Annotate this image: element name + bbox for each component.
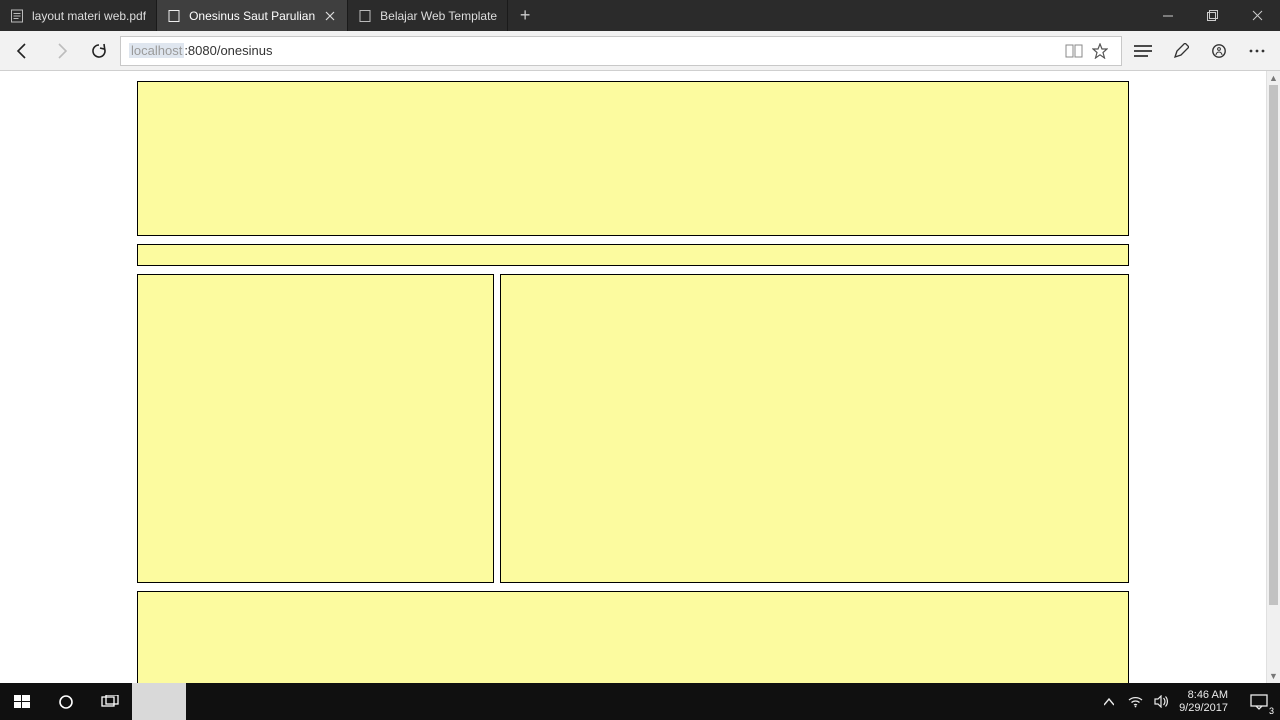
refresh-button[interactable] bbox=[82, 35, 116, 67]
volume-icon[interactable] bbox=[1153, 694, 1169, 710]
notification-count: 3 bbox=[1269, 706, 1274, 716]
new-tab-button[interactable]: + bbox=[508, 0, 542, 31]
url-path: :8080/onesinus bbox=[184, 43, 272, 58]
tray-chevron-up-icon[interactable] bbox=[1101, 694, 1117, 710]
layout-footer-box bbox=[137, 591, 1129, 683]
page-viewport: ▲ ▼ bbox=[0, 71, 1280, 683]
share-button[interactable] bbox=[1202, 35, 1236, 67]
tab-label: Onesinus Saut Parulian bbox=[189, 9, 315, 23]
layout-nav-box bbox=[137, 244, 1129, 266]
page-content bbox=[0, 71, 1266, 683]
address-bar[interactable]: localhost:8080/onesinus bbox=[120, 36, 1122, 66]
windows-taskbar: 8:46 AM 9/29/2017 3 bbox=[0, 683, 1280, 720]
taskbar-app-placeholder[interactable] bbox=[132, 683, 186, 720]
layout-header-box bbox=[137, 81, 1129, 236]
tab-label: Belajar Web Template bbox=[380, 9, 497, 23]
page-icon bbox=[358, 9, 372, 23]
tab-label: layout materi web.pdf bbox=[32, 9, 146, 23]
close-icon[interactable] bbox=[323, 9, 337, 23]
minimize-button[interactable] bbox=[1145, 0, 1190, 31]
pdf-icon bbox=[10, 9, 24, 23]
browser-tab-bar: layout materi web.pdf Onesinus Saut Paru… bbox=[0, 0, 1280, 31]
start-button[interactable] bbox=[0, 683, 44, 720]
tab-active[interactable]: Onesinus Saut Parulian bbox=[157, 0, 348, 31]
back-button[interactable] bbox=[6, 35, 40, 67]
reading-view-icon[interactable] bbox=[1061, 38, 1087, 64]
cortana-button[interactable] bbox=[44, 683, 88, 720]
favorite-star-icon[interactable] bbox=[1087, 38, 1113, 64]
more-button[interactable] bbox=[1240, 35, 1274, 67]
layout-left-box bbox=[137, 274, 494, 583]
url-host: localhost bbox=[129, 43, 184, 58]
system-tray: 8:46 AM 9/29/2017 bbox=[1091, 683, 1238, 720]
layout-container bbox=[137, 81, 1129, 683]
scroll-up-icon[interactable]: ▲ bbox=[1267, 71, 1280, 85]
scroll-down-icon[interactable]: ▼ bbox=[1267, 669, 1280, 683]
forward-button[interactable] bbox=[44, 35, 78, 67]
titlebar-drag-region bbox=[542, 0, 1145, 31]
browser-toolbar: localhost:8080/onesinus bbox=[0, 31, 1280, 71]
layout-right-box bbox=[500, 274, 1129, 583]
vertical-scrollbar[interactable]: ▲ ▼ bbox=[1266, 71, 1280, 683]
layout-columns bbox=[137, 274, 1129, 583]
scrollbar-thumb[interactable] bbox=[1269, 85, 1278, 605]
close-window-button[interactable] bbox=[1235, 0, 1280, 31]
web-note-button[interactable] bbox=[1164, 35, 1198, 67]
task-view-button[interactable] bbox=[88, 683, 132, 720]
action-center-button[interactable]: 3 bbox=[1238, 683, 1280, 720]
taskbar-spacer bbox=[186, 683, 1091, 720]
page-icon bbox=[167, 9, 181, 23]
tab-pdf[interactable]: layout materi web.pdf bbox=[0, 0, 157, 31]
clock-time: 8:46 AM bbox=[1179, 689, 1228, 701]
hub-button[interactable] bbox=[1126, 35, 1160, 67]
clock-date: 9/29/2017 bbox=[1179, 702, 1228, 714]
tab-template[interactable]: Belajar Web Template bbox=[348, 0, 508, 31]
wifi-icon[interactable] bbox=[1127, 694, 1143, 710]
taskbar-clock[interactable]: 8:46 AM 9/29/2017 bbox=[1179, 689, 1228, 713]
maximize-button[interactable] bbox=[1190, 0, 1235, 31]
